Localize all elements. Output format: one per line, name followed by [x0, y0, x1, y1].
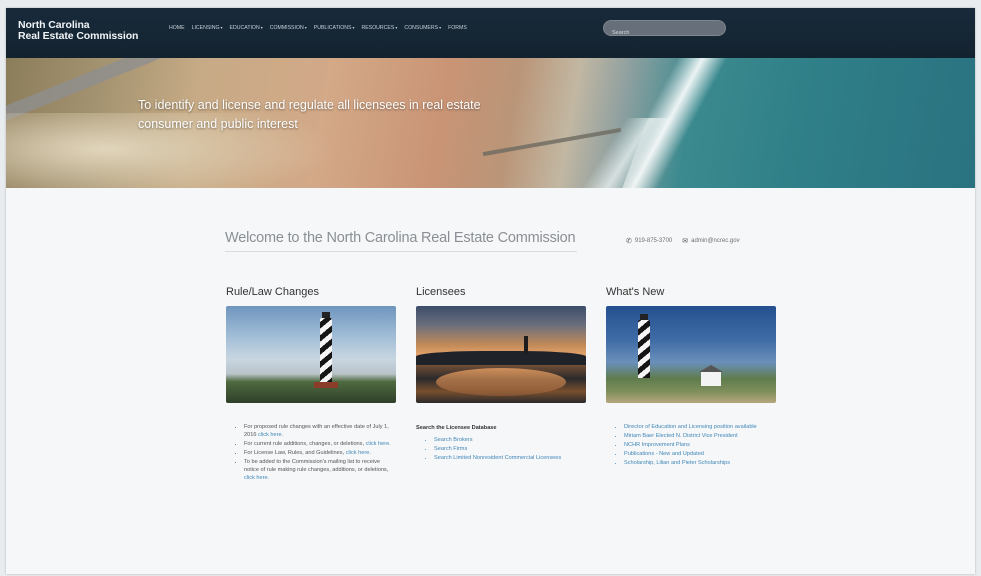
chevron-down-icon: ▾ — [439, 25, 442, 30]
page-title: Welcome to the North Carolina Real Estat… — [225, 230, 577, 252]
list-item: For License Law, Rules, and Guidelines, … — [244, 449, 396, 457]
rules-link-3[interactable]: click here. — [346, 450, 371, 456]
page: North Carolina Real Estate Commission HO… — [6, 8, 975, 574]
news-link-5[interactable]: Scholarship, Lilian and Pieter Scholarsh… — [624, 460, 730, 466]
chevron-down-icon: ▾ — [260, 25, 263, 30]
licensees-sunset-image — [416, 306, 586, 403]
nav-item-education[interactable]: EDUCATION▾ — [230, 25, 263, 31]
logo-line-2: Real Estate Commission — [18, 30, 139, 42]
contact-phone[interactable]: 919-875-3700 — [635, 238, 672, 244]
phone-icon: ✆ — [626, 238, 632, 245]
list-item: Publications - New and Updated — [624, 450, 776, 458]
list-item: NCHR Improvement Plans — [624, 441, 776, 449]
list-item: For current rule additions, changes, or … — [244, 440, 396, 448]
nav-item-home[interactable]: HOME — [169, 25, 185, 31]
news-link-2[interactable]: Miriam Baer Elected N. District Vice Pre… — [624, 433, 738, 439]
news-column: What's New Director of Education and Lic… — [606, 286, 776, 468]
news-lighthouse-image — [606, 306, 776, 403]
nav-item-licensing[interactable]: LICENSING▾ — [192, 25, 223, 31]
licensee-search-links: Search Brokers Search Firms Search Limit… — [416, 436, 586, 462]
search-input[interactable] — [604, 26, 725, 40]
licensee-search-heading: Search the Licensee Database — [416, 425, 497, 431]
hero-banner: To identify and license and regulate all… — [6, 58, 975, 188]
news-list: Director of Education and Licensing posi… — [606, 423, 776, 467]
rules-link-1[interactable]: click here. — [258, 432, 283, 438]
nav-item-resources[interactable]: RESOURCES▾ — [361, 25, 397, 31]
main-nav: HOME LICENSING▾ EDUCATION▾ COMMISSION▾ P… — [169, 21, 474, 35]
chevron-down-icon: ▾ — [220, 25, 223, 30]
search-nonresident-link[interactable]: Search Limited Nonresident Commercial Li… — [434, 455, 561, 461]
nav-item-publications[interactable]: PUBLICATIONS▾ — [314, 25, 355, 31]
news-link-4[interactable]: Publications - New and Updated — [624, 451, 704, 457]
search-box[interactable] — [603, 20, 726, 40]
licensees-heading: Licensees — [416, 286, 466, 298]
rules-link-2[interactable]: click here. — [366, 441, 391, 447]
hero-tagline: To identify and license and regulate all… — [138, 98, 481, 131]
list-item: Scholarship, Lilian and Pieter Scholarsh… — [624, 459, 776, 467]
chevron-down-icon: ▾ — [395, 25, 398, 30]
list-item: Search Limited Nonresident Commercial Li… — [434, 454, 586, 462]
news-link-3[interactable]: NCHR Improvement Plans — [624, 442, 690, 448]
contact-email[interactable]: admin@ncrec.gov — [691, 238, 739, 244]
search-brokers-link[interactable]: Search Brokers — [434, 437, 473, 443]
chevron-down-icon: ▾ — [304, 25, 307, 30]
licensees-column: Licensees Search the Licensee Database S… — [416, 286, 586, 463]
nav-item-commission[interactable]: COMMISSION▾ — [270, 25, 307, 31]
nav-item-forms[interactable]: FORMS — [448, 25, 467, 31]
list-item: Director of Education and Licensing posi… — [624, 423, 776, 431]
list-item: To be added to the Commission's mailing … — [244, 458, 396, 482]
list-item: Search Firms — [434, 445, 586, 453]
nav-item-consumers[interactable]: CONSUMERS▾ — [404, 25, 441, 31]
news-heading: What's New — [606, 286, 665, 298]
site-header: North Carolina Real Estate Commission HO… — [6, 8, 975, 58]
rules-heading: Rule/Law Changes — [226, 286, 319, 298]
rules-lighthouse-image — [226, 306, 396, 403]
contact-info: ✆ 919-875-3700 ✉ admin@ncrec.gov — [626, 237, 740, 245]
list-item: Search Brokers — [434, 436, 586, 444]
rules-column: Rule/Law Changes For proposed rule chang… — [226, 286, 396, 483]
rules-list: For proposed rule changes with an effect… — [226, 423, 396, 482]
chevron-down-icon: ▾ — [352, 25, 355, 30]
search-firms-link[interactable]: Search Firms — [434, 446, 467, 452]
list-item: Miriam Baer Elected N. District Vice Pre… — [624, 432, 776, 440]
news-link-1[interactable]: Director of Education and Licensing posi… — [624, 424, 757, 430]
envelope-icon: ✉ — [682, 238, 689, 245]
site-logo[interactable]: North Carolina Real Estate Commission — [18, 20, 138, 42]
list-item: For proposed rule changes with an effect… — [244, 423, 396, 439]
rules-link-4[interactable]: click here. — [244, 475, 269, 481]
